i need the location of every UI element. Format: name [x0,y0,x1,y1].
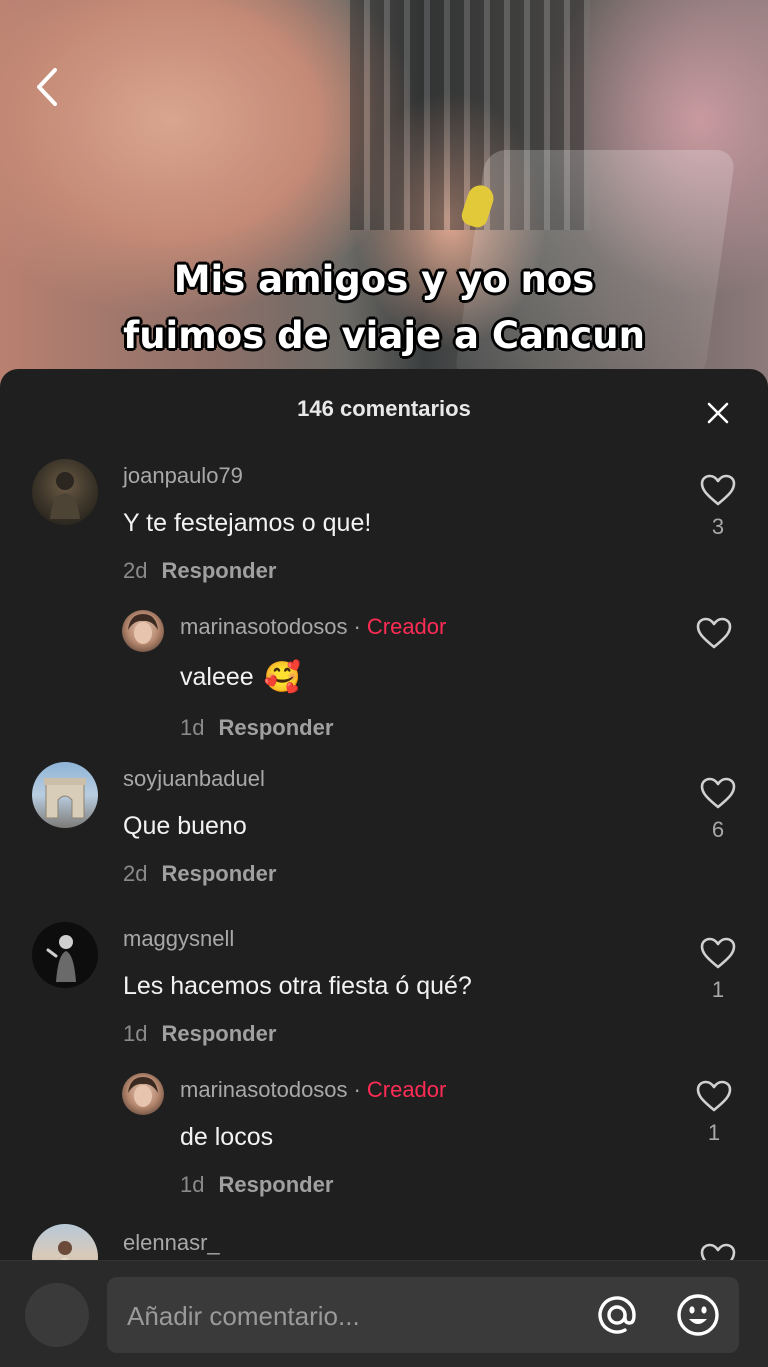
heart-outline-icon [700,937,736,969]
comment-text: Les hacemos otra fiesta ó qué? [123,972,472,1000]
comment-username[interactable]: joanpaulo79 [123,463,371,489]
caption-line-1: Mis amigos y yo nos [173,258,595,301]
video-caption: Mis amigos y yo nos fuimos de viaje a Ca… [0,252,768,364]
avatar[interactable] [32,922,98,988]
reply-button[interactable]: Responder [161,861,276,886]
avatar-face-icon [128,614,158,644]
current-user-avatar[interactable] [25,1283,89,1347]
smiley-icon [677,1294,719,1336]
reply-button[interactable]: Responder [161,558,276,583]
emoji-button[interactable] [674,1291,722,1339]
comment-username[interactable]: maggysnell [123,926,472,952]
avatar-figure-icon [50,472,80,519]
comment-meta: 2d Responder [123,558,371,584]
avatar[interactable] [122,1073,164,1115]
reply-meta: 1d Responder [180,1172,446,1198]
reply-username-line: marinasotodosos · Creador [180,614,446,640]
avatar-face-icon [128,1077,158,1107]
comment-meta: 2d Responder [123,861,276,887]
comments-sheet: 146 comentarios joanpaulo79 Y te festeja… [0,369,768,1366]
comments-header: 146 comentarios [0,369,768,449]
like-button[interactable] [692,616,736,657]
avatar[interactable] [122,610,164,652]
reply-text: de locos [180,1123,274,1151]
reply-age: 1d [180,1172,205,1197]
reply-button[interactable]: Responder [218,715,333,740]
reply-item: marinasotodosos · Creador valeee 🥰 1d Respo… [0,608,768,741]
comment-item: maggysnell Les hacemos otra fiesta ó qué… [0,920,768,1060]
reply-item: marinasotodosos · Creador de locos 1d Respo… [0,1071,768,1201]
comment-meta: 1d Responder [123,1021,472,1047]
reply-button[interactable]: Responder [161,1021,276,1046]
heart-outline-icon [700,474,736,506]
reply-age: 1d [180,715,205,740]
smiling-face-with-hearts-emoji: 🥰 [263,661,302,694]
mention-button[interactable] [593,1291,641,1339]
caption-line-2: fuimos de viaje a Cancun [123,314,645,357]
like-count: 1 [707,1120,721,1145]
reply-text-content: valeee [180,663,254,691]
close-button[interactable] [698,393,738,433]
arch-icon [44,778,86,819]
like-button[interactable]: 6 [696,776,740,843]
heart-outline-icon [700,777,736,809]
reply-username[interactable]: marinasotodosos [180,614,348,639]
creator-badge: Creador [366,1077,447,1102]
comment-item: joanpaulo79 Y te festejamos o que! 2d Res… [0,457,768,597]
video-preview[interactable]: Mis amigos y yo nos fuimos de viaje a Ca… [0,0,768,390]
avatar[interactable] [32,459,98,525]
chevron-left-icon [37,68,57,106]
like-count: 1 [711,977,725,1002]
reply-meta: 1d Responder [180,715,446,741]
like-button[interactable]: 3 [696,473,740,540]
like-count: 6 [711,817,725,842]
avatar[interactable] [32,762,98,828]
comment-input-bar [0,1260,768,1367]
comment-age: 1d [123,1021,148,1046]
reply-username[interactable]: marinasotodosos [180,1077,348,1102]
comment-text: Y te festejamos o que! [123,509,372,537]
like-button[interactable]: 1 [692,1079,736,1146]
separator-dot: · [353,614,361,639]
comment-username[interactable]: elennasr_ [123,1230,220,1256]
comment-age: 2d [123,558,148,583]
at-icon [598,1296,636,1334]
comment-item: soyjuanbaduel Que bueno 2d Responder 6 [0,760,768,900]
reply-username-line: marinasotodosos · Creador [180,1077,446,1103]
separator-dot: · [353,1077,361,1102]
heart-outline-icon [696,1080,732,1112]
like-button[interactable]: 1 [696,936,740,1003]
back-button[interactable] [22,62,72,112]
close-icon [707,402,729,424]
comment-input-container[interactable] [107,1277,739,1355]
reply-text: valeee 🥰 [180,660,446,695]
like-count: 3 [711,514,725,539]
creator-badge: Creador [366,614,447,639]
reply-button[interactable]: Responder [218,1172,333,1197]
comment-count: 146 comentarios [297,396,471,421]
comment-age: 2d [123,861,148,886]
comment-username[interactable]: soyjuanbaduel [123,766,276,792]
comment-input[interactable] [125,1277,579,1355]
heart-outline-icon [696,617,732,649]
avatar-silhouette-icon [46,935,76,982]
comment-text: Que bueno [123,812,247,840]
